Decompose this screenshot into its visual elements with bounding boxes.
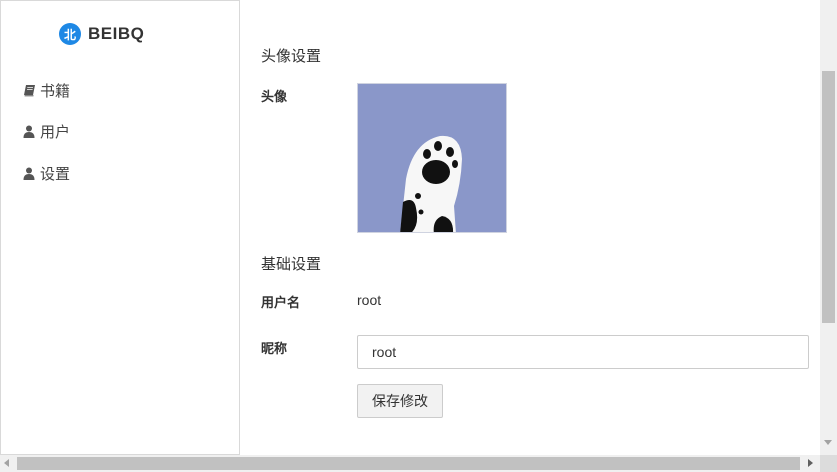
vertical-scrollbar[interactable]: [820, 0, 837, 455]
sidebar: 北 BEIBQ 书籍 用户 设置: [0, 0, 240, 455]
scroll-down-arrow-icon[interactable]: [824, 440, 832, 445]
scroll-right-arrow-icon[interactable]: [808, 459, 813, 467]
sidebar-item-label: 书籍: [40, 82, 71, 100]
nickname-label: 昵称: [261, 341, 288, 356]
brand-logo-icon: 北: [59, 23, 81, 45]
cat-paw-icon: [358, 84, 506, 232]
settings-content: 头像设置 头像 基础设置 用户名 root 昵称 保存修改: [240, 0, 820, 455]
sidebar-item-users[interactable]: 用户: [22, 120, 70, 142]
scroll-left-arrow-icon[interactable]: [4, 459, 9, 467]
scrollbar-corner: [820, 455, 837, 472]
sidebar-item-label: 用户: [40, 123, 71, 141]
horizontal-scrollbar[interactable]: [0, 455, 820, 472]
save-button[interactable]: 保存修改: [357, 384, 443, 418]
user-icon: [22, 124, 36, 138]
brand[interactable]: 北 BEIBQ: [59, 22, 144, 46]
book-icon: [22, 83, 36, 97]
avatar-section-title: 头像设置: [261, 48, 322, 65]
brand-name: BEIBQ: [88, 24, 145, 43]
avatar-label: 头像: [261, 89, 288, 104]
username-label: 用户名: [261, 295, 301, 310]
sidebar-item-books[interactable]: 书籍: [22, 79, 70, 101]
nickname-input[interactable]: [357, 335, 809, 369]
sidebar-item-label: 设置: [40, 165, 71, 183]
vertical-scrollbar-thumb[interactable]: [822, 71, 835, 323]
horizontal-scrollbar-thumb[interactable]: [17, 457, 800, 470]
basic-section-title: 基础设置: [261, 256, 322, 273]
avatar[interactable]: [357, 83, 507, 233]
username-value: root: [357, 292, 382, 308]
user-icon: [22, 166, 36, 180]
sidebar-item-settings[interactable]: 设置: [22, 162, 70, 184]
